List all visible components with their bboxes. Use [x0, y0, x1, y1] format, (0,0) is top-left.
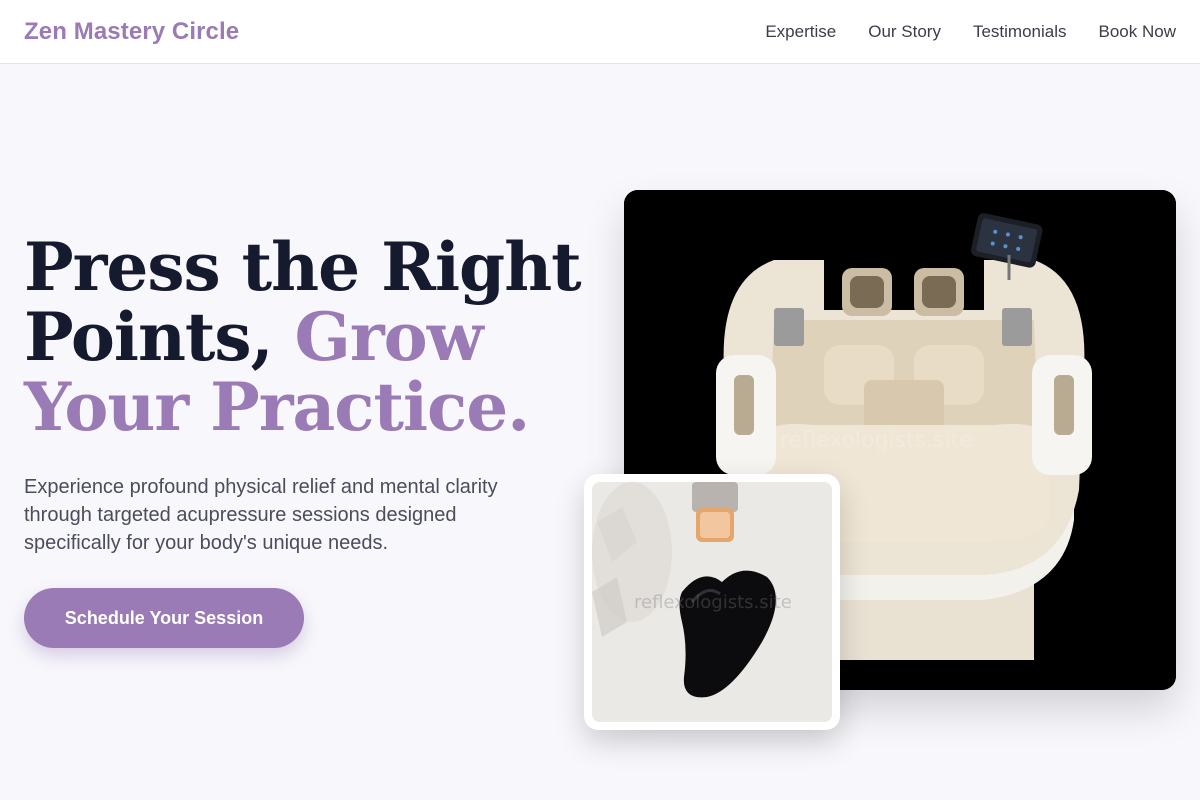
brand-logo[interactable]: Zen Mastery Circle — [24, 18, 239, 46]
nav-link-expertise[interactable]: Expertise — [765, 22, 836, 42]
nav-link-book-now[interactable]: Book Now — [1099, 22, 1176, 42]
hero-title-line1: Press the Right — [24, 228, 582, 306]
schedule-session-button[interactable]: Schedule Your Session — [24, 588, 304, 648]
top-navbar: Zen Mastery Circle Expertise Our Story T… — [0, 0, 1200, 64]
hero-title-accent-line3: Your Practice. — [24, 368, 530, 446]
hero-description: Experience profound physical relief and … — [24, 476, 498, 554]
nav-link-our-story[interactable]: Our Story — [868, 22, 941, 42]
gua-sha-image — [592, 482, 832, 722]
hero-title: Press the Right Points, Grow Your Practi… — [24, 232, 584, 442]
inset-image-frame — [584, 474, 840, 730]
hero-title-line2: Points, — [24, 298, 295, 376]
nav-link-testimonials[interactable]: Testimonials — [973, 22, 1067, 42]
hero-title-accent-grow: Grow — [294, 298, 484, 376]
main-nav: Expertise Our Story Testimonials Book No… — [765, 22, 1176, 42]
